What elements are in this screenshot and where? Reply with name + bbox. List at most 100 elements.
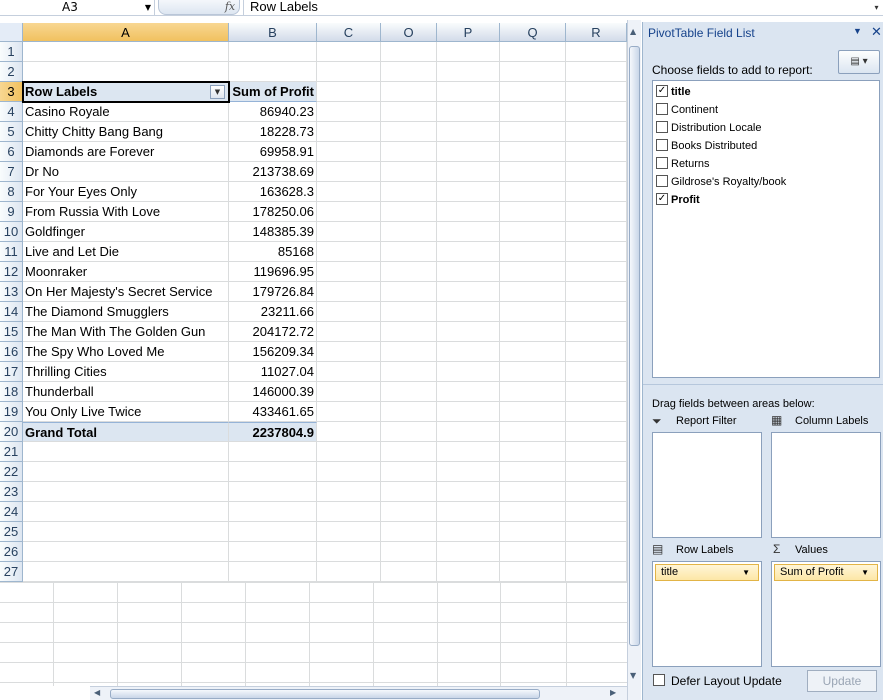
name-box-dropdown-icon[interactable]: ▼ [143, 0, 153, 15]
cell[interactable] [437, 382, 500, 402]
row-header-12[interactable]: 12 [0, 262, 23, 282]
cell[interactable] [381, 262, 437, 282]
cell[interactable] [500, 322, 566, 342]
update-button[interactable]: Update [807, 670, 877, 692]
cell[interactable] [23, 502, 229, 522]
cell[interactable] [437, 222, 500, 242]
cell[interactable] [500, 282, 566, 302]
cell[interactable] [500, 222, 566, 242]
column-header-c[interactable]: C [317, 23, 381, 42]
scroll-up-icon[interactable]: ▲ [630, 26, 636, 38]
select-all-corner[interactable] [0, 23, 23, 42]
pivot-row-label[interactable]: On Her Majesty's Secret Service [23, 282, 229, 302]
cell[interactable] [566, 82, 627, 102]
scroll-down-icon[interactable]: ▼ [630, 670, 636, 682]
pivot-row-label[interactable]: For Your Eyes Only [23, 182, 229, 202]
cell[interactable] [381, 222, 437, 242]
expand-formula-bar-icon[interactable]: ▾ [870, 0, 883, 15]
pivot-row-value[interactable]: 148385.39 [229, 222, 317, 242]
cell[interactable] [23, 42, 229, 62]
cell[interactable] [566, 382, 627, 402]
pivot-row-value[interactable]: 204172.72 [229, 322, 317, 342]
row-header-20[interactable]: 20 [0, 422, 23, 442]
cell[interactable] [500, 542, 566, 562]
row-header-1[interactable]: 1 [0, 42, 23, 62]
cell[interactable] [437, 542, 500, 562]
cell[interactable] [437, 62, 500, 82]
pivot-row-value[interactable]: 11027.04 [229, 362, 317, 382]
cell[interactable] [566, 242, 627, 262]
cell[interactable] [566, 342, 627, 362]
pane-splitter[interactable] [643, 384, 883, 388]
cell[interactable] [229, 442, 317, 462]
row-labels-filter-dropdown-icon[interactable]: ▼ [210, 85, 225, 99]
cell[interactable] [317, 522, 381, 542]
cell[interactable] [229, 462, 317, 482]
cell[interactable] [566, 302, 627, 322]
field-checkbox[interactable] [656, 139, 668, 152]
cell[interactable] [229, 522, 317, 542]
cell[interactable] [437, 442, 500, 462]
chevron-down-icon[interactable]: ▼ [742, 565, 750, 580]
cell[interactable] [437, 102, 500, 122]
cell[interactable] [317, 242, 381, 262]
cell[interactable] [317, 162, 381, 182]
row-header-13[interactable]: 13 [0, 282, 23, 302]
pivot-row-value[interactable]: 69958.91 [229, 142, 317, 162]
pivot-row-label[interactable]: The Diamond Smugglers [23, 302, 229, 322]
cell[interactable] [23, 542, 229, 562]
cell[interactable] [500, 102, 566, 122]
cell[interactable] [500, 442, 566, 462]
field-checkbox[interactable] [656, 175, 668, 188]
column-header-b[interactable]: B [229, 23, 317, 42]
field-item[interactable]: Returns [656, 155, 710, 173]
cell[interactable] [566, 542, 627, 562]
close-icon[interactable]: ✕ [871, 24, 882, 40]
cell[interactable] [23, 62, 229, 82]
cell[interactable] [500, 462, 566, 482]
cell[interactable] [437, 302, 500, 322]
cell[interactable] [23, 482, 229, 502]
cell[interactable] [317, 182, 381, 202]
cell[interactable] [437, 182, 500, 202]
cell[interactable] [566, 462, 627, 482]
cell[interactable] [500, 502, 566, 522]
cell[interactable] [437, 422, 500, 442]
row-header-15[interactable]: 15 [0, 322, 23, 342]
row-header-19[interactable]: 19 [0, 402, 23, 422]
pivot-row-value[interactable]: 85168 [229, 242, 317, 262]
row-header-18[interactable]: 18 [0, 382, 23, 402]
cell[interactable] [437, 502, 500, 522]
cell[interactable] [317, 562, 381, 582]
cell[interactable] [437, 342, 500, 362]
cell[interactable] [317, 202, 381, 222]
row-header-27[interactable]: 27 [0, 562, 23, 582]
cell[interactable] [500, 342, 566, 362]
cell[interactable] [566, 102, 627, 122]
cell[interactable] [317, 382, 381, 402]
row-header-6[interactable]: 6 [0, 142, 23, 162]
pane-menu-icon[interactable]: ▼ [853, 26, 862, 36]
cell[interactable] [566, 42, 627, 62]
cell[interactable] [229, 502, 317, 522]
cell[interactable] [381, 42, 437, 62]
cell[interactable] [381, 82, 437, 102]
field-item[interactable]: ✓ title [656, 83, 691, 101]
pivot-row-label[interactable]: Diamonds are Forever [23, 142, 229, 162]
cell[interactable] [229, 482, 317, 502]
row-header-14[interactable]: 14 [0, 302, 23, 322]
field-checkbox[interactable]: ✓ [656, 193, 668, 206]
cell[interactable] [317, 42, 381, 62]
cell[interactable] [381, 62, 437, 82]
cell[interactable] [437, 522, 500, 542]
cell[interactable] [500, 482, 566, 502]
pivot-row-labels-header[interactable]: Row Labels [23, 82, 229, 102]
cell[interactable] [566, 482, 627, 502]
cell[interactable] [437, 362, 500, 382]
column-labels-area[interactable] [771, 432, 881, 538]
report-filter-area[interactable] [652, 432, 762, 538]
row-header-25[interactable]: 25 [0, 522, 23, 542]
cell[interactable] [381, 382, 437, 402]
cell[interactable] [317, 442, 381, 462]
pivot-row-value[interactable]: 156209.34 [229, 342, 317, 362]
